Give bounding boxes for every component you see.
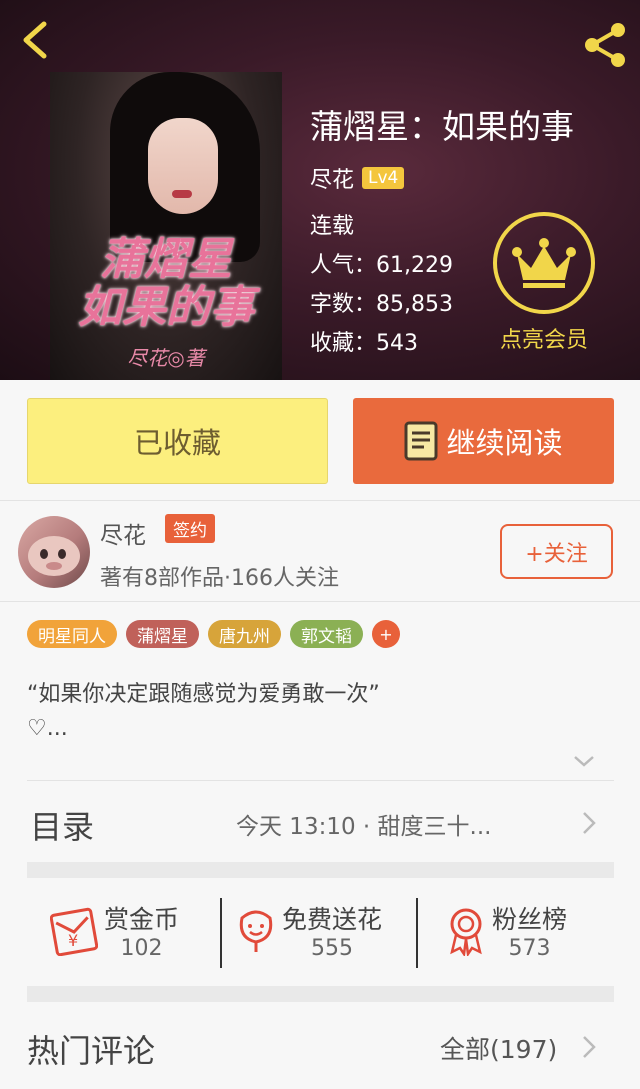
reward-coin-button[interactable]: ¥ 赏金币 102 xyxy=(50,900,179,961)
red-envelope-icon: ¥ xyxy=(50,907,98,956)
cover-lips xyxy=(172,190,192,198)
back-button[interactable] xyxy=(14,18,58,62)
fan-count: 573 xyxy=(508,936,551,961)
signed-badge: 签约 xyxy=(165,514,215,543)
toc-label: 目录 xyxy=(30,808,95,846)
share-icon xyxy=(585,23,625,67)
share-button[interactable] xyxy=(578,18,632,72)
medal-icon xyxy=(450,908,482,956)
send-flower-button[interactable]: 免费送花 555 xyxy=(236,900,382,961)
avatar-image xyxy=(28,536,80,576)
hot-comments-title: 热门评论 xyxy=(27,1032,156,1070)
section-separator xyxy=(27,986,614,1002)
fan-ranking-button[interactable]: 粉丝榜 573 xyxy=(446,900,567,961)
divider xyxy=(220,898,222,968)
chevron-right-icon xyxy=(583,812,596,834)
flower-count: 555 xyxy=(311,936,353,961)
avatar[interactable] xyxy=(18,516,90,588)
tag-item[interactable]: 明星同人 xyxy=(27,620,117,648)
book-word-count: 字数：85,853 xyxy=(310,292,453,317)
book-title: 蒲熠星：如果的事 xyxy=(310,107,574,146)
author-stats: 著有8部作品·166人关注 xyxy=(100,566,339,591)
chevron-down-icon xyxy=(574,756,594,767)
author-name[interactable]: 尽花 xyxy=(100,516,146,550)
send-flower-label: 免费送花 xyxy=(282,905,383,934)
divider xyxy=(416,898,418,968)
book-status: 连载 xyxy=(310,214,355,239)
intro-line: ♡... xyxy=(27,716,68,741)
cover-author: 尽花◎著 xyxy=(127,346,205,370)
collected-button[interactable]: 已收藏 xyxy=(27,398,328,484)
cover-title-line2: 如果的事 xyxy=(78,282,254,333)
reward-coin-label: 赏金币 xyxy=(104,905,180,934)
vip-button[interactable]: 点亮会员 xyxy=(491,212,597,354)
continue-reading-label: 继续阅读 xyxy=(446,426,563,460)
section-separator xyxy=(27,862,614,878)
level-badge: Lv4 xyxy=(362,167,405,189)
all-comments-label: 全部(197) xyxy=(440,1035,558,1064)
divider xyxy=(0,601,640,602)
tag-item[interactable]: 唐九州 xyxy=(208,620,281,648)
cover-title: 蒲熠星 如果的事 xyxy=(50,236,282,332)
tag-item[interactable]: 蒲熠星 xyxy=(126,620,199,648)
book-popularity: 人气：61,229 xyxy=(310,253,453,278)
reward-coin-count: 102 xyxy=(120,936,163,961)
back-icon xyxy=(23,21,47,59)
book-cover[interactable]: 蒲熠星 如果的事 尽花◎著 xyxy=(50,72,282,380)
tag-list: 明星同人 蒲熠星 唐九州 郭文韬 + xyxy=(27,620,400,648)
svg-text:¥: ¥ xyxy=(68,931,78,950)
book-intro[interactable]: “如果你决定跟随感觉为爱勇敢一次” ♡... xyxy=(27,678,527,746)
vip-label: 点亮会员 xyxy=(499,328,588,353)
tag-item[interactable]: 郭文韬 xyxy=(290,620,363,648)
continue-reading-button[interactable]: 继续阅读 xyxy=(353,398,614,484)
divider xyxy=(27,780,614,781)
cover-title-line1: 蒲熠星 xyxy=(100,234,232,285)
more-tags-button[interactable]: + xyxy=(372,620,400,648)
fan-ranking-label: 粉丝榜 xyxy=(492,905,568,934)
crown-icon xyxy=(512,238,576,288)
intro-line: “如果你决定跟随感觉为爱勇敢一次” xyxy=(27,682,380,707)
follow-button[interactable]: +关注 xyxy=(500,524,613,579)
latest-chapter: 今天 13:10 · 甜度三十... xyxy=(236,814,492,840)
book-author-line: 尽花 Lv4 xyxy=(310,162,405,194)
book-author[interactable]: 尽花 xyxy=(310,162,354,194)
flower-icon xyxy=(239,910,273,952)
chevron-right-icon xyxy=(583,1036,596,1058)
expand-intro-button[interactable] xyxy=(572,752,596,770)
divider xyxy=(0,500,640,501)
vip-circle xyxy=(493,212,595,314)
book-favorites: 收藏：543 xyxy=(310,331,418,356)
book-icon xyxy=(404,421,438,461)
book-header: 蒲熠星 如果的事 尽花◎著 蒲熠星：如果的事 尽花 Lv4 连载 人气：61,2… xyxy=(0,0,640,380)
cover-face xyxy=(148,118,218,214)
